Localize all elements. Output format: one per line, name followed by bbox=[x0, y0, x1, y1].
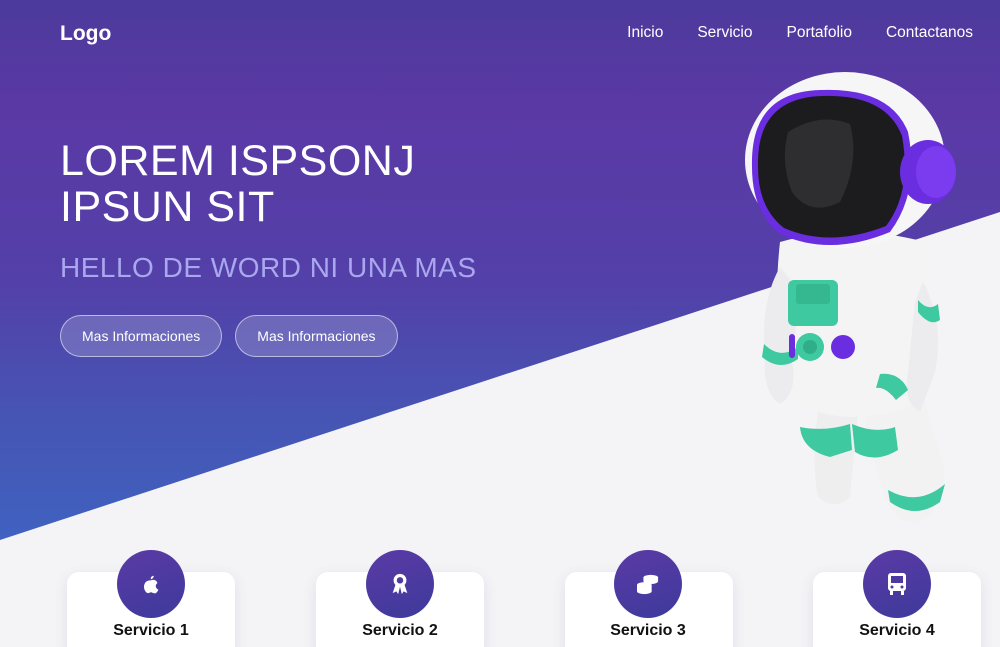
nav-item-servicio[interactable]: Servicio bbox=[697, 24, 752, 42]
hero-buttons: Mas Informaciones Mas Informaciones bbox=[60, 315, 398, 357]
service-icon-circle-2 bbox=[366, 550, 434, 618]
astronaut-illustration bbox=[745, 72, 956, 524]
hero-title-line1: LOREM ISPSONJ bbox=[60, 137, 416, 185]
service-icon-circle-1 bbox=[117, 550, 185, 618]
service-icon-circle-4 bbox=[863, 550, 931, 618]
award-icon bbox=[392, 573, 408, 595]
hero-subtitle: HELLO DE WORD NI UNA MAS bbox=[60, 252, 477, 283]
nav-item-contactanos[interactable]: Contactanos bbox=[886, 24, 973, 42]
logo[interactable]: Logo bbox=[60, 22, 111, 46]
nav-menu: Inicio Servicio Portafolio Contactanos bbox=[627, 24, 973, 42]
nav-item-inicio[interactable]: Inicio bbox=[627, 24, 663, 42]
more-info-button-2[interactable]: Mas Informaciones bbox=[235, 315, 398, 357]
hero-title-line2: IPSUN SIT bbox=[60, 183, 275, 231]
apple-icon bbox=[143, 575, 159, 594]
hero-title: LOREM ISPSONJ IPSUN SIT bbox=[60, 138, 415, 230]
nav-item-portafolio[interactable]: Portafolio bbox=[786, 24, 851, 42]
navbar: Logo Inicio Servicio Portafolio Contacta… bbox=[0, 0, 1000, 66]
service-icon-circle-3 bbox=[614, 550, 682, 618]
bus-icon bbox=[888, 573, 906, 595]
service-label-4: Servicio 4 bbox=[859, 622, 935, 639]
service-label-3: Servicio 3 bbox=[610, 622, 686, 639]
service-label-1: Servicio 1 bbox=[113, 622, 189, 639]
more-info-button-1[interactable]: Mas Informaciones bbox=[60, 315, 223, 357]
coins-icon bbox=[637, 574, 659, 595]
service-label-2: Servicio 2 bbox=[362, 622, 438, 639]
